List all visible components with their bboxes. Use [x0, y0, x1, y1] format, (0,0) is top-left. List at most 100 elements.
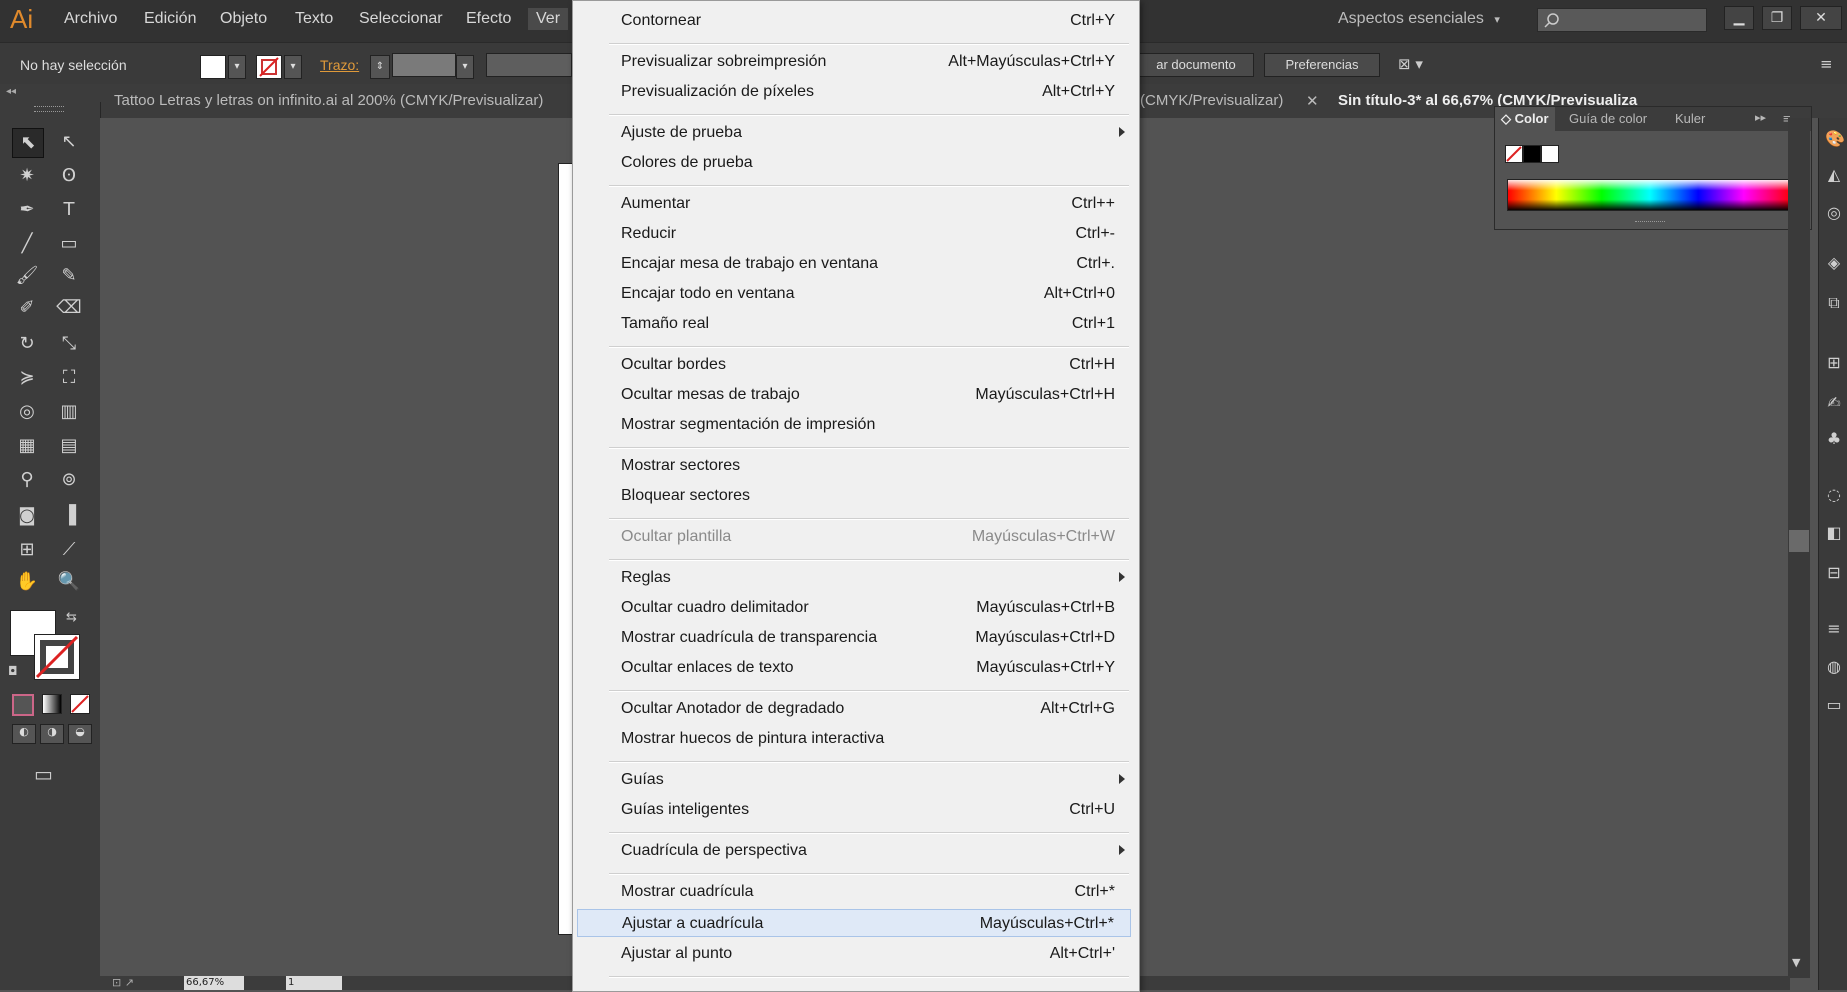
menu-item-ocultar-mesas[interactable]: Ocultar mesas de trabajo Mayúsculas+Ctrl+…	[577, 381, 1131, 409]
menu-item-reglas[interactable]: Reglas	[577, 564, 1131, 592]
white-swatch[interactable]	[1541, 145, 1559, 163]
workspace-switcher[interactable]: Aspectos esenciales ▾	[1338, 10, 1500, 28]
menu-item-ocultar-cuadro-delimitador[interactable]: Ocultar cuadro delimitador Mayúsculas+Ctr…	[577, 594, 1131, 622]
tab-tattoo[interactable]: Tattoo Letras y letras on infinito.ai al…	[114, 92, 543, 109]
slice-tool-icon[interactable]: ⟋	[54, 536, 84, 564]
stroke-weight-input[interactable]	[392, 53, 456, 77]
draw-behind-icon[interactable]: ◑	[40, 724, 64, 744]
menu-item-ocultar-enlaces-texto[interactable]: Ocultar enlaces de texto Mayúsculas+Ctrl+…	[577, 654, 1131, 682]
tab-kuler[interactable]: Kuler	[1675, 111, 1705, 126]
menu-item-ajustar-punto[interactable]: Ajustar al punto Alt+Ctrl+'	[577, 940, 1131, 968]
menu-item-anotador-degradado[interactable]: Ocultar Anotador de degradado Alt+Ctrl+G	[577, 695, 1131, 723]
artboard-tool-icon[interactable]: ⊞	[12, 536, 42, 564]
draw-normal-icon[interactable]: ◐	[12, 724, 36, 744]
menu-seleccionar[interactable]: Seleccionar	[359, 10, 443, 28]
menu-objeto[interactable]: Objeto	[220, 10, 267, 28]
panel-menu-icon[interactable]: ≡	[1820, 55, 1833, 73]
menu-item-mostrar-sectores[interactable]: Mostrar sectores	[577, 452, 1131, 480]
stroke-color-box[interactable]	[34, 634, 80, 680]
menu-item-cuadricula-perspectiva[interactable]: Cuadrícula de perspectiva	[577, 837, 1131, 865]
menu-item-reducir[interactable]: Reducir Ctrl+-	[577, 220, 1131, 248]
expand-panel-icon[interactable]: ▸▸	[1755, 111, 1766, 124]
shape-builder-tool-icon[interactable]: ◎	[12, 398, 42, 426]
scroll-down-icon[interactable]: ▼	[1792, 956, 1800, 969]
tab-color-guide[interactable]: Guía de color	[1569, 111, 1647, 126]
align-icon[interactable]: ⊟	[1825, 564, 1843, 582]
paintbrush-tool-icon[interactable]: 🖌	[12, 262, 42, 290]
lasso-tool-icon[interactable]: ʘ	[54, 162, 84, 190]
hand-tool-icon[interactable]: ✋	[12, 568, 42, 596]
swap-fill-stroke-icon[interactable]: ⇆	[66, 610, 77, 625]
menu-edicion[interactable]: Edición	[144, 10, 196, 28]
menu-item-ocultar-bordes[interactable]: Ocultar bordes Ctrl+H	[577, 351, 1131, 379]
brushes-icon[interactable]: ✍	[1825, 394, 1843, 412]
stroke-dropdown[interactable]: ▾	[284, 55, 302, 79]
arrange-documents-icon[interactable]: ⊠ ▾	[1398, 55, 1423, 73]
rotate-tool-icon[interactable]: ↻	[12, 330, 42, 358]
layers-icon[interactable]: ◈	[1825, 254, 1843, 272]
stroke-weight-stepper[interactable]: ⇕	[370, 55, 390, 79]
free-transform-tool-icon[interactable]: ⛶	[54, 364, 84, 392]
color-mode-icon[interactable]	[12, 694, 34, 716]
pen-tool-icon[interactable]: ✒	[12, 196, 42, 224]
menu-item-previsualizacion-pixeles[interactable]: Previsualización de píxeles Alt+Ctrl+Y	[577, 78, 1131, 106]
menu-texto[interactable]: Texto	[295, 10, 333, 28]
symbol-sprayer-tool-icon[interactable]: ◙	[12, 502, 42, 530]
close-tab-icon[interactable]: ✕	[1306, 92, 1319, 110]
screen-mode-icon[interactable]: ▭	[34, 762, 53, 786]
menu-ver[interactable]: Ver	[528, 8, 569, 30]
selection-tool-icon[interactable]: ⬉	[12, 128, 44, 158]
stroke-weight-dropdown[interactable]: ▾	[456, 55, 474, 79]
page-field[interactable]: 1	[286, 976, 342, 990]
menu-item-guias[interactable]: Guías	[577, 766, 1131, 794]
toolbar-grip[interactable]	[34, 106, 64, 112]
menu-item-contornear[interactable]: Contornear Ctrl+Y	[577, 7, 1131, 35]
panel-resize-grip[interactable]	[1635, 221, 1665, 226]
graphic-styles-icon[interactable]: ◧	[1825, 524, 1843, 542]
tab-second-document[interactable]: (CMYK/Previsualizar)	[1140, 92, 1283, 109]
gradient-panel-icon[interactable]: ▭	[1825, 696, 1843, 714]
variable-width-field[interactable]	[486, 53, 572, 77]
blob-brush-tool-icon[interactable]: ✐	[12, 294, 42, 322]
menu-item-bloquear-sectores[interactable]: Bloquear sectores	[577, 482, 1131, 510]
menu-item-mostrar-cuadricula[interactable]: Mostrar cuadrícula Ctrl+*	[577, 878, 1131, 906]
fill-swatch[interactable]	[200, 55, 226, 79]
none-swatch[interactable]	[1505, 145, 1523, 163]
minimize-button[interactable]: ▁	[1724, 6, 1754, 30]
menu-item-aumentar[interactable]: Aumentar Ctrl++	[577, 190, 1131, 218]
vertical-scrollbar-thumb[interactable]	[1789, 530, 1809, 552]
transform-icon[interactable]: ⊞	[1825, 354, 1843, 372]
stroke-panel-icon[interactable]: ≡	[1825, 620, 1843, 638]
menu-archivo[interactable]: Archivo	[64, 10, 117, 28]
menu-item-ajustar-cuadricula[interactable]: Ajustar a cuadrícula Mayúsculas+Ctrl+*	[577, 909, 1131, 937]
perspective-grid-tool-icon[interactable]: ▥	[54, 398, 84, 426]
appearance-icon[interactable]: ◌	[1825, 486, 1843, 504]
draw-inside-icon[interactable]: ◒	[68, 724, 92, 744]
scale-tool-icon[interactable]: ⤡	[54, 330, 84, 358]
color-spectrum[interactable]	[1507, 179, 1793, 211]
close-button[interactable]: ✕	[1800, 6, 1842, 30]
menu-item-guias-inteligentes[interactable]: Guías inteligentes Ctrl+U	[577, 796, 1131, 824]
menu-item-encajar-todo[interactable]: Encajar todo en ventana Alt+Ctrl+0	[577, 280, 1131, 308]
black-swatch[interactable]	[1523, 145, 1541, 163]
search-input[interactable]	[1537, 8, 1707, 32]
menu-efecto[interactable]: Efecto	[466, 10, 511, 28]
menu-item-colores-de-prueba[interactable]: Colores de prueba	[577, 149, 1131, 177]
symbols-icon[interactable]: ♣	[1825, 430, 1843, 448]
magic-wand-tool-icon[interactable]: ✷	[12, 162, 42, 190]
tab-color[interactable]: ◇ Color	[1495, 107, 1555, 131]
preferences-button[interactable]: Preferencias	[1264, 53, 1380, 77]
color-panel-icon[interactable]: 🎨	[1825, 130, 1845, 148]
stroke-swatch[interactable]	[256, 55, 282, 79]
gradient-mode-icon[interactable]	[42, 694, 62, 714]
eyedropper-tool-icon[interactable]: ⚲	[12, 466, 42, 494]
fill-dropdown[interactable]: ▾	[228, 55, 246, 79]
artboard-nav-icon[interactable]: ⊡ ↗	[112, 976, 134, 989]
eraser-tool-icon[interactable]: ⌫	[54, 294, 84, 322]
menu-item-segmentacion-impresion[interactable]: Mostrar segmentación de impresión	[577, 411, 1131, 439]
default-fill-stroke-icon[interactable]: ◘	[8, 664, 18, 678]
transparency-icon[interactable]: ◍	[1825, 658, 1843, 676]
stroke-label[interactable]: Trazo:	[320, 57, 359, 73]
pencil-tool-icon[interactable]: ✎	[54, 262, 84, 290]
mesh-tool-icon[interactable]: ▦	[12, 432, 42, 460]
